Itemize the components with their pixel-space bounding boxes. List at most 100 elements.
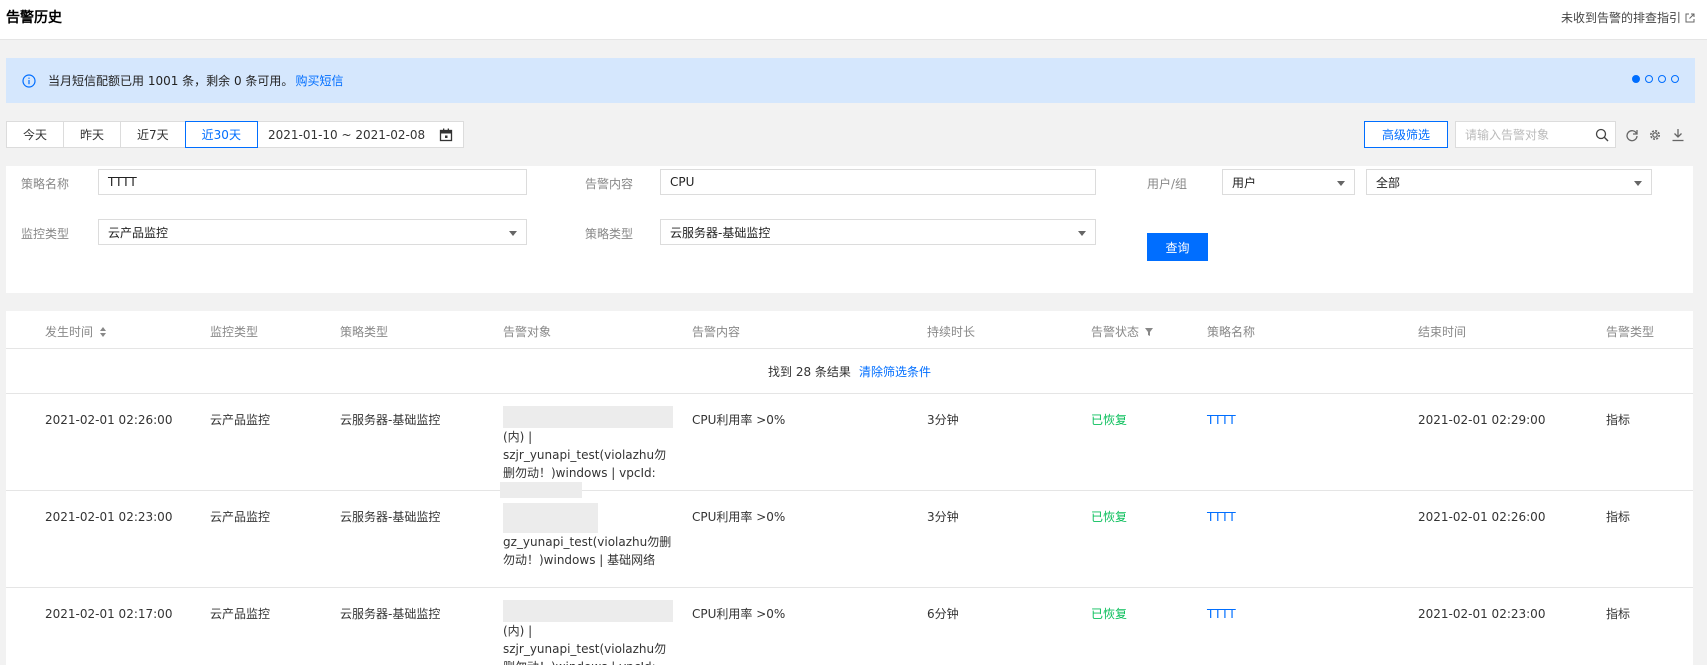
cell-object: (内) | szjr_yunapi_test(violazhu勿删勿动！)win… [500,406,673,498]
info-icon [22,73,36,88]
notice-message: 当月短信配额已用 1001 条，剩余 0 条可用。 [48,74,294,88]
cell-end-time: 2021-02-01 02:23:00 [1418,607,1546,621]
object-text: gz_yunapi_test(violazhu勿删勿动！)windows | 基… [503,535,672,567]
page-header: 告警历史 未收到告警的排查指引 [0,0,1707,40]
search-icon[interactable] [1595,128,1609,142]
column-header-alarm-type: 告警类型 [1606,325,1655,339]
advanced-filter-button[interactable]: 高级筛选 [1363,121,1448,148]
page-title: 告警历史 [6,10,62,26]
cell-content: CPU利用率 >0% [692,607,786,621]
column-header-label: 告警状态 [1091,325,1140,339]
cell-monitor-type: 云产品监控 [210,413,271,427]
cell-monitor-type: 云产品监控 [210,510,271,524]
cell-policy-name-link[interactable]: TTTT [1207,508,1236,526]
alarm-history-table: 发生时间 监控类型 策略类型 告警对象 告警内容 持续时长 告警状态 策略名称 … [6,311,1693,665]
table-row: 2021-02-01 02:17:00 云产品监控 云服务器-基础监控 (内) … [6,588,1693,665]
column-header-monitor-type: 监控类型 [210,325,259,339]
column-header-status[interactable]: 告警状态 [1091,323,1154,340]
cell-monitor-type: 云产品监控 [210,607,271,621]
filter-funnel-icon[interactable] [1145,327,1154,337]
sms-quota-notice: 当月短信配额已用 1001 条，剩余 0 条可用。 购买短信 [6,58,1695,103]
monitor-type-select[interactable]: 云产品监控 [98,219,527,245]
settings-gear-icon[interactable] [1648,128,1662,142]
column-header-policy-type: 策略类型 [340,325,389,339]
cell-alarm-type: 指标 [1606,510,1631,524]
right-toolbar: 高级筛选 [1363,121,1685,148]
cell-status: 已恢复 [1091,413,1128,427]
object-text: (内) | szjr_yunapi_test(violazhu勿删勿动！)win… [503,430,667,480]
column-header-time[interactable]: 发生时间 [45,323,107,340]
cell-time: 2021-02-01 02:23:00 [45,510,173,524]
sort-icon[interactable] [99,326,107,337]
result-summary: 找到 28 条结果 清除筛选条件 [6,349,1693,394]
cell-duration: 3分钟 [927,413,959,427]
column-header-object: 告警对象 [503,325,552,339]
pager-dot[interactable] [1658,75,1666,83]
notice-text: 当月短信配额已用 1001 条，剩余 0 条可用。 购买短信 [48,72,343,89]
policy-type-label: 策略类型 [585,227,634,241]
monitor-type-label: 监控类型 [21,227,70,241]
table-row: 2021-02-01 02:26:00 云产品监控 云服务器-基础监控 (内) … [6,394,1693,498]
cell-time: 2021-02-01 02:26:00 [45,413,173,427]
search-input[interactable] [1465,127,1595,142]
range-7days-button[interactable]: 近7天 [120,121,186,148]
cell-policy-type: 云服务器-基础监控 [340,413,441,427]
range-yesterday-button[interactable]: 昨天 [63,121,122,148]
cell-end-time: 2021-02-01 02:26:00 [1418,510,1546,524]
column-header-duration: 持续时长 [927,325,976,339]
user-group-label: 用户/组 [1147,177,1188,191]
clear-filters-link[interactable]: 清除筛选条件 [859,363,931,380]
notice-pager [1632,75,1679,83]
redacted-block [503,600,673,622]
user-group-value-select[interactable]: 全部 [1366,169,1652,195]
pager-dot[interactable] [1671,75,1679,83]
alarm-content-label: 告警内容 [585,177,634,191]
redacted-block [503,406,673,428]
table-header: 发生时间 监控类型 策略类型 告警对象 告警内容 持续时长 告警状态 策略名称 … [6,311,1693,349]
cell-policy-name-link[interactable]: TTTT [1207,411,1236,429]
troubleshoot-guide-label: 未收到告警的排查指引 [1560,11,1681,25]
download-icon[interactable] [1671,128,1685,142]
policy-name-input[interactable]: TTTT [98,169,527,195]
date-range-value: 2021-01-10 ~ 2021-02-08 [267,127,426,142]
column-header-content: 告警内容 [692,325,741,339]
cell-alarm-type: 指标 [1606,607,1631,621]
advanced-filter-panel: 策略名称 TTTT 告警内容 CPU 用户/组 用户 全部 监控类型 云产品监控… [6,166,1693,293]
alarm-content-input[interactable]: CPU [660,169,1096,195]
user-group-type-select[interactable]: 用户 [1222,169,1355,195]
cell-content: CPU利用率 >0% [692,510,786,524]
time-range-toolbar: 今天 昨天 近7天 近30天 2021-01-10 ~ 2021-02-08 [6,121,465,148]
external-link-icon [1685,13,1695,22]
calendar-icon [439,128,453,141]
cell-status: 已恢复 [1091,607,1128,621]
alarm-object-search [1455,121,1616,148]
column-header-end-time: 结束时间 [1418,325,1467,339]
range-today-button[interactable]: 今天 [6,121,65,148]
object-text: (内) | szjr_yunapi_test(violazhu勿删勿动！)win… [503,624,667,665]
cell-duration: 6分钟 [927,607,959,621]
buy-sms-link[interactable]: 购买短信 [295,74,343,88]
cell-status: 已恢复 [1091,510,1128,524]
cell-object: (内) | szjr_yunapi_test(violazhu勿删勿动！)win… [503,600,673,665]
range-30days-button[interactable]: 近30天 [184,121,258,148]
policy-name-label: 策略名称 [21,177,70,191]
cell-alarm-type: 指标 [1606,413,1631,427]
date-range-picker[interactable]: 2021-01-10 ~ 2021-02-08 [256,121,465,148]
table-row: 2021-02-01 02:23:00 云产品监控 云服务器-基础监控 gz_y… [6,491,1693,588]
result-count: 找到 28 条结果 [768,364,851,379]
cell-policy-name-link[interactable]: TTTT [1207,605,1236,623]
cell-time: 2021-02-01 02:17:00 [45,607,173,621]
pager-dot[interactable] [1645,75,1653,83]
cell-duration: 3分钟 [927,510,959,524]
cell-policy-type: 云服务器-基础监控 [340,510,441,524]
cell-end-time: 2021-02-01 02:29:00 [1418,413,1546,427]
troubleshoot-guide-link[interactable]: 未收到告警的排查指引 [1561,9,1695,26]
cell-object: gz_yunapi_test(violazhu勿删勿动！)windows | 基… [503,503,673,569]
cell-content: CPU利用率 >0% [692,413,786,427]
query-button[interactable]: 查询 [1147,233,1208,261]
policy-type-select[interactable]: 云服务器-基础监控 [660,219,1096,245]
refresh-icon[interactable] [1625,128,1639,142]
cell-policy-type: 云服务器-基础监控 [340,607,441,621]
column-header-label: 发生时间 [45,325,94,339]
pager-dot[interactable] [1632,75,1640,83]
